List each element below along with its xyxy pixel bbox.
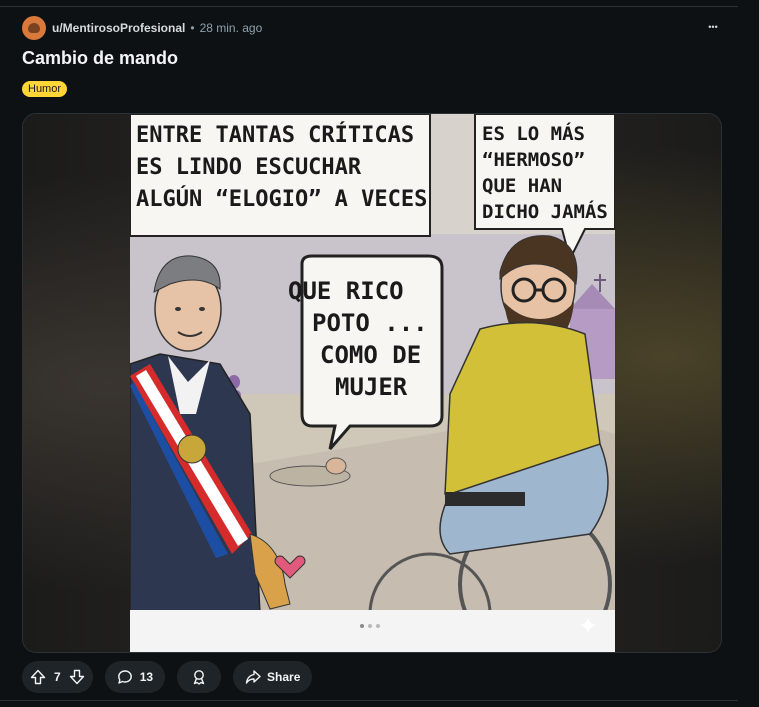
- caption-left-line-3: ALGÚN “ELOGIO” A VECES: [136, 186, 427, 212]
- share-label: Share: [267, 670, 301, 684]
- speech-line-4: MUJER: [335, 373, 408, 401]
- meta-separator: •: [190, 21, 195, 35]
- subreddit-avatar-icon[interactable]: [22, 16, 46, 40]
- bottom-divider: [0, 700, 738, 701]
- comic-image: ENTRE TANTAS CRÍTICAS ES LINDO ESCUCHAR …: [130, 114, 615, 652]
- post-flair[interactable]: Humor: [22, 81, 68, 97]
- top-divider: [0, 6, 738, 7]
- post-title[interactable]: Cambio de mando: [22, 48, 178, 69]
- speech-line-2: POTO ...: [312, 309, 428, 337]
- speech-line-3: COMO DE: [320, 341, 421, 369]
- vote-count: 7: [54, 670, 61, 684]
- vote-group: 7: [22, 661, 93, 693]
- caption-left-line-1: ENTRE TANTAS CRÍTICAS: [136, 122, 414, 148]
- upvote-icon[interactable]: [30, 669, 46, 685]
- comic-illustration: ENTRE TANTAS CRÍTICAS ES LINDO ESCUCHAR …: [130, 114, 615, 652]
- carousel-dots: [360, 624, 380, 628]
- instagram-footer: [130, 610, 615, 652]
- post-actions: 7 13 Share: [22, 661, 313, 693]
- downvote-icon[interactable]: [69, 669, 85, 685]
- sparkle-icon: ✦: [578, 613, 599, 640]
- caption-right-line-4: DICHO JAMÁS: [482, 200, 608, 223]
- comments-button[interactable]: 13: [104, 661, 166, 693]
- comment-count: 13: [139, 670, 154, 684]
- post-meta: u/MentirosoProfesional • 28 min. ago: [22, 16, 262, 40]
- post-timestamp: 28 min. ago: [199, 21, 263, 35]
- share-button[interactable]: Share: [233, 661, 313, 693]
- post-media[interactable]: ENTRE TANTAS CRÍTICAS ES LINDO ESCUCHAR …: [22, 113, 722, 653]
- caption-left-line-2: ES LINDO ESCUCHAR: [136, 155, 362, 180]
- more-options-icon[interactable]: •••: [700, 16, 726, 38]
- caption-right-line-1: ES LO MÁS: [482, 122, 585, 145]
- username-link[interactable]: u/MentirosoProfesional: [52, 21, 185, 35]
- caption-right-line-3: QUE HAN: [482, 175, 562, 197]
- caption-right-line-2: “HERMOSO”: [482, 149, 585, 171]
- award-icon: [193, 670, 205, 685]
- comment-icon: [117, 670, 132, 684]
- award-button[interactable]: [177, 661, 222, 693]
- share-icon: [245, 670, 261, 684]
- speech-line-1: QUE RICO: [288, 277, 404, 305]
